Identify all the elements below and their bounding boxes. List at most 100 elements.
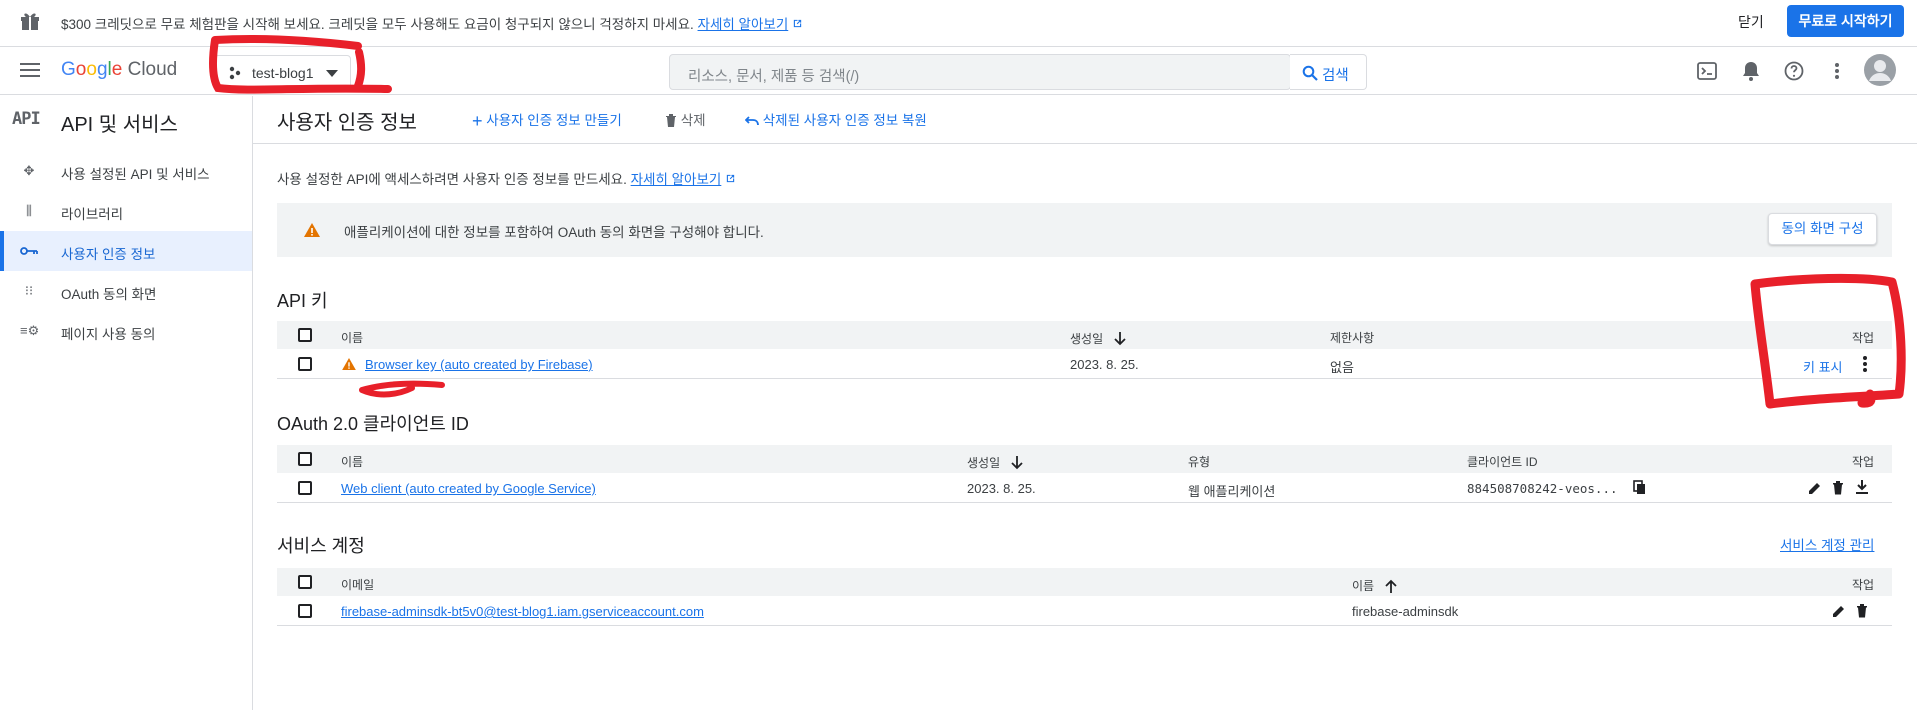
annotation-underline xyxy=(359,380,445,398)
consent-icon: ⁝⁝ xyxy=(24,283,34,298)
trash-icon[interactable] xyxy=(1856,603,1868,618)
col-name: 이름 xyxy=(341,331,364,345)
select-all-checkbox[interactable] xyxy=(298,575,312,589)
col-name[interactable]: 이름 xyxy=(1352,576,1398,594)
restore-credentials-button[interactable]: 삭제된 사용자 인증 정보 복원 xyxy=(744,109,927,129)
oauth-title: OAuth 2.0 클라이언트 ID xyxy=(277,414,469,434)
service-account-name: firebase-adminsdk xyxy=(1352,604,1459,619)
description-learn-more-link[interactable]: 자세히 알아보기 xyxy=(631,172,722,187)
plus-icon: + xyxy=(472,111,483,131)
manage-service-accounts-link[interactable]: 서비스 계정 관리 xyxy=(1780,534,1874,554)
close-promo-button[interactable]: 닫기 xyxy=(1738,12,1764,32)
col-name-label: 이름 xyxy=(1352,579,1375,593)
sidebar-item-oauth-consent[interactable]: ⁝⁝ OAuth 동의 화면 xyxy=(0,271,252,311)
sidebar: API API 및 서비스 ✥ 사용 설정된 API 및 서비스 ⫼ 라이브러리… xyxy=(0,96,253,710)
create-credentials-button[interactable]: + 사용자 인증 정보 만들기 xyxy=(472,109,622,131)
project-name: test-blog1 xyxy=(252,65,314,81)
api-logo-icon: API xyxy=(12,109,41,129)
menu-icon[interactable] xyxy=(20,62,40,78)
service-account-email-link[interactable]: firebase-adminsdk-bt5v0@test-blog1.iam.g… xyxy=(341,604,704,619)
edit-icon[interactable] xyxy=(1832,604,1846,618)
col-restrictions: 제한사항 xyxy=(1330,331,1375,345)
notifications-icon[interactable] xyxy=(1741,60,1761,82)
delete-button[interactable]: 삭제 xyxy=(665,109,706,129)
show-key-button[interactable]: 키 표시 xyxy=(1803,357,1843,376)
col-name: 이름 xyxy=(341,455,364,469)
select-all-checkbox[interactable] xyxy=(298,452,312,466)
promo-message: $300 크레딧으로 무료 체험판을 시작해 보세요. 크레딧을 모두 사용해도… xyxy=(61,17,694,32)
help-icon[interactable] xyxy=(1784,61,1804,81)
col-created[interactable]: 생성일 xyxy=(1070,329,1127,347)
col-client-id: 클라이언트 ID xyxy=(1467,455,1538,469)
more-vert-icon[interactable] xyxy=(1862,355,1868,373)
more-vert-icon[interactable] xyxy=(1834,62,1840,80)
row-checkbox[interactable] xyxy=(298,481,312,495)
oauth-warning-banner: 애플리케이션에 대한 정보를 포함하여 OAuth 동의 화면을 구성해야 합니… xyxy=(277,203,1892,257)
table-row: Browser key (auto created by Firebase) 2… xyxy=(277,349,1892,379)
search-icon xyxy=(1302,65,1318,81)
configure-consent-button[interactable]: 동의 화면 구성 xyxy=(1768,213,1877,245)
cloud-shell-icon[interactable] xyxy=(1697,61,1717,81)
page-description: 사용 설정한 API에 액세스하려면 사용자 인증 정보를 만드세요. 자세히 … xyxy=(277,168,736,188)
promo-bar: $300 크레딧으로 무료 체험판을 시작해 보세요. 크레딧을 모두 사용해도… xyxy=(0,0,1917,47)
warning-icon xyxy=(304,223,320,237)
col-actions: 작업 xyxy=(1852,331,1875,345)
download-icon[interactable] xyxy=(1855,480,1869,495)
start-free-button[interactable]: 무료로 시작하기 xyxy=(1787,5,1904,37)
sidebar-item-enabled-apis[interactable]: ✥ 사용 설정된 API 및 서비스 xyxy=(0,151,252,191)
active-indicator xyxy=(0,231,4,271)
restore-label: 삭제된 사용자 인증 정보 복원 xyxy=(762,113,927,128)
row-checkbox[interactable] xyxy=(298,604,312,618)
enabled-apis-icon: ✥ xyxy=(23,163,35,178)
gift-icon xyxy=(21,13,39,30)
project-icon xyxy=(229,66,241,80)
sidebar-item-page-consent[interactable]: ≡⚙ 페이지 사용 동의 xyxy=(0,311,252,351)
sidebar-item-label: 사용 설정된 API 및 서비스 xyxy=(61,167,210,182)
oauth-header-row: 이름 생성일 유형 클라이언트 ID 작업 xyxy=(277,445,1892,473)
trash-icon xyxy=(666,114,676,127)
api-key-name-link[interactable]: Browser key (auto created by Firebase) xyxy=(365,357,593,372)
api-keys-title: API 키 xyxy=(277,291,328,311)
sidebar-item-library[interactable]: ⫼ 라이브러리 xyxy=(0,191,252,231)
search-bar[interactable]: 리소스, 문서, 제품 등 검색(/) xyxy=(669,54,1291,90)
promo-learn-more-link[interactable]: 자세히 알아보기 xyxy=(698,17,789,32)
sidebar-item-label: 사용자 인증 정보 xyxy=(61,247,156,262)
col-created-label: 생성일 xyxy=(967,456,1001,470)
sidebar-item-label: 라이브러리 xyxy=(61,207,124,222)
arrow-up-icon xyxy=(1385,579,1398,593)
table-row: firebase-adminsdk-bt5v0@test-blog1.iam.g… xyxy=(277,596,1892,626)
search-button[interactable]: 검색 xyxy=(1290,54,1367,90)
search-button-label: 검색 xyxy=(1322,68,1349,84)
project-selector[interactable]: test-blog1 xyxy=(214,55,351,89)
search-input[interactable]: 리소스, 문서, 제품 등 검색(/) xyxy=(688,65,859,86)
col-actions: 작업 xyxy=(1852,455,1875,469)
google-cloud-logo[interactable]: Google Cloud xyxy=(61,59,177,81)
external-link-icon xyxy=(726,174,735,183)
edit-icon[interactable] xyxy=(1808,481,1822,495)
external-link-icon xyxy=(793,19,802,28)
key-icon xyxy=(20,247,38,255)
avatar[interactable] xyxy=(1864,54,1896,86)
sidebar-item-label: 페이지 사용 동의 xyxy=(61,327,156,342)
warning-icon xyxy=(342,358,356,370)
promo-text: $300 크레딧으로 무료 체험판을 시작해 보세요. 크레딧을 모두 사용해도… xyxy=(61,13,803,33)
table-row: Web client (auto created by Google Servi… xyxy=(277,473,1892,503)
copy-icon[interactable] xyxy=(1633,480,1646,495)
description-text: 사용 설정한 API에 액세스하려면 사용자 인증 정보를 만드세요. xyxy=(277,172,627,187)
trash-icon[interactable] xyxy=(1832,480,1844,495)
select-all-checkbox[interactable] xyxy=(298,328,312,342)
col-created[interactable]: 생성일 xyxy=(967,453,1024,471)
col-created-label: 생성일 xyxy=(1070,332,1104,346)
col-actions: 작업 xyxy=(1852,578,1875,592)
top-bar: Google Cloud test-blog1 리소스, 문서, 제품 등 검색… xyxy=(0,47,1917,95)
sidebar-item-credentials[interactable]: 사용자 인증 정보 xyxy=(0,231,252,271)
oauth-created: 2023. 8. 25. xyxy=(967,481,1036,496)
service-accounts-title: 서비스 계정 xyxy=(277,536,365,556)
api-key-created: 2023. 8. 25. xyxy=(1070,357,1139,372)
page-title: 사용자 인증 정보 xyxy=(277,112,417,134)
arrow-down-icon xyxy=(1114,332,1127,346)
sidebar-item-label: OAuth 동의 화면 xyxy=(61,287,157,302)
row-checkbox[interactable] xyxy=(298,357,312,371)
oauth-client-id: 884508708242-veos... xyxy=(1467,481,1618,496)
oauth-client-name-link[interactable]: Web client (auto created by Google Servi… xyxy=(341,481,596,496)
